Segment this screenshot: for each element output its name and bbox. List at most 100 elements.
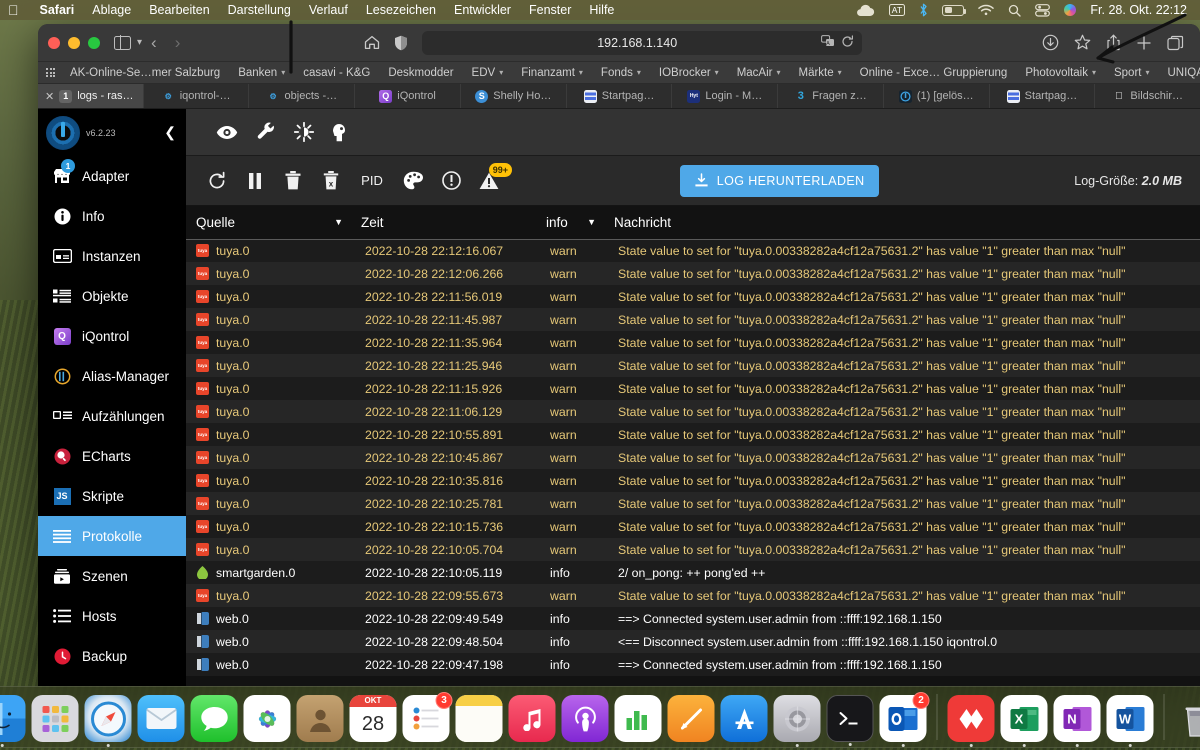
eye-icon[interactable] bbox=[216, 125, 238, 140]
dock-item-word[interactable]: W bbox=[1107, 695, 1154, 742]
menu-item-bearbeiten[interactable]: Bearbeiten bbox=[140, 3, 218, 17]
wrench-icon[interactable] bbox=[256, 122, 276, 142]
tab-objects[interactable]: ⚙ objects -… bbox=[249, 84, 355, 108]
table-row[interactable]: tuya tuya.0 2022-10-28 22:10:45.867 warn Sta… bbox=[186, 446, 1200, 469]
table-row[interactable]: tuya tuya.0 2022-10-28 22:12:16.067 warn Sta… bbox=[186, 239, 1200, 262]
bookmark-online-excel[interactable]: Online - Exce… Gruppierung bbox=[851, 67, 1017, 79]
dock-item-podcasts[interactable] bbox=[562, 695, 609, 742]
share-icon[interactable] bbox=[1100, 34, 1127, 51]
dock-item-photos[interactable] bbox=[244, 695, 291, 742]
table-row[interactable]: tuya tuya.0 2022-10-28 22:11:15.926 warn Sta… bbox=[186, 377, 1200, 400]
back-arrow-icon[interactable]: ‹ bbox=[142, 33, 166, 53]
table-row[interactable]: tuya tuya.0 2022-10-28 22:11:35.964 warn Sta… bbox=[186, 331, 1200, 354]
error-circle-icon[interactable] bbox=[432, 162, 470, 200]
siri-icon[interactable] bbox=[1057, 0, 1083, 20]
table-row[interactable]: tuya tuya.0 2022-10-28 22:12:06.266 warn Sta… bbox=[186, 262, 1200, 285]
downloads-icon[interactable] bbox=[1036, 34, 1065, 51]
bookmark-deskmodder[interactable]: Deskmodder bbox=[379, 67, 462, 79]
table-row[interactable]: web.0 2022-10-28 22:09:47.198 info ==> Conn… bbox=[186, 653, 1200, 676]
menubar-clock[interactable]: Fr. 28. Okt. 22:12 bbox=[1083, 0, 1194, 20]
dock-item-reminders[interactable]: 3 bbox=[403, 695, 450, 742]
translate-icon[interactable]: A bbox=[815, 35, 835, 50]
download-log-button[interactable]: LOG HERUNTERLADEN bbox=[680, 165, 879, 197]
bookmark-banken[interactable]: Banken ▾ bbox=[229, 67, 294, 79]
sidebar-item-instanzen[interactable]: Instanzen bbox=[38, 236, 186, 276]
sidebar-item-protokolle[interactable]: Protokolle bbox=[38, 516, 186, 556]
dock-item-contacts[interactable] bbox=[297, 695, 344, 742]
menu-item-darstellung[interactable]: Darstellung bbox=[219, 3, 300, 17]
tab-fragen[interactable]: 3 Fragen z… bbox=[778, 84, 884, 108]
wifi-icon[interactable] bbox=[971, 0, 1001, 20]
control-center-icon[interactable] bbox=[1028, 0, 1057, 20]
dock-item-mail[interactable] bbox=[138, 695, 185, 742]
table-row[interactable]: tuya tuya.0 2022-10-28 22:09:55.673 warn Sta… bbox=[186, 584, 1200, 607]
pause-icon[interactable] bbox=[236, 162, 274, 200]
chevron-down-icon[interactable]: ▼ bbox=[334, 217, 355, 227]
dock-item-freeform[interactable] bbox=[668, 695, 715, 742]
table-row[interactable]: tuya tuya.0 2022-10-28 22:10:55.891 warn Sta… bbox=[186, 423, 1200, 446]
tab-forum-geloest[interactable]: (1) [gelös… bbox=[884, 84, 990, 108]
table-row[interactable]: smartgarden.0 2022-10-28 22:10:05.119 info… bbox=[186, 561, 1200, 584]
iobroker-logo[interactable] bbox=[46, 116, 80, 150]
table-row[interactable]: web.0 2022-10-28 22:09:49.549 info ==> Conn… bbox=[186, 607, 1200, 630]
menu-item-lesezeichen[interactable]: Lesezeichen bbox=[357, 3, 445, 17]
sidebar-toggle-icon[interactable] bbox=[114, 36, 131, 50]
bookmark-maerkte[interactable]: Märkte ▾ bbox=[789, 67, 850, 79]
chevron-left-icon[interactable]: ❮ bbox=[164, 124, 186, 141]
minimize-button[interactable] bbox=[68, 37, 80, 49]
dock-item-onenote[interactable]: N bbox=[1054, 695, 1101, 742]
close-button[interactable] bbox=[48, 37, 60, 49]
dock-item-music[interactable] bbox=[509, 695, 556, 742]
warning-triangle-icon[interactable]: 99+ bbox=[470, 162, 508, 200]
menu-item-verlauf[interactable]: Verlauf bbox=[300, 3, 357, 17]
bookmark-fonds[interactable]: Fonds ▾ bbox=[592, 67, 650, 79]
table-row[interactable]: tuya tuya.0 2022-10-28 22:10:25.781 warn Sta… bbox=[186, 492, 1200, 515]
table-row[interactable]: tuya tuya.0 2022-10-28 22:10:35.816 warn Sta… bbox=[186, 469, 1200, 492]
close-icon[interactable]: ✕ bbox=[45, 90, 54, 103]
new-tab-icon[interactable] bbox=[1130, 35, 1158, 51]
tab-startpage-2[interactable]: Startpag… bbox=[990, 84, 1096, 108]
pid-toggle[interactable]: PID bbox=[350, 162, 394, 200]
chevron-down-icon[interactable]: ▼ bbox=[587, 217, 608, 227]
input-source-indicator[interactable]: AT bbox=[882, 0, 913, 20]
log-table-container[interactable]: Quelle ▼ Zeit info ▼ Nachricht tuya tuya… bbox=[186, 206, 1200, 686]
table-row[interactable]: tuya tuya.0 2022-10-28 22:10:05.704 warn Sta… bbox=[186, 538, 1200, 561]
menu-item-ablage[interactable]: Ablage bbox=[83, 3, 140, 17]
trash-icon[interactable] bbox=[274, 162, 312, 200]
zoom-button[interactable] bbox=[88, 37, 100, 49]
table-row[interactable]: tuya tuya.0 2022-10-28 22:11:45.987 warn Sta… bbox=[186, 308, 1200, 331]
column-header-nachricht[interactable]: Nachricht bbox=[614, 206, 1200, 239]
menu-item-entwickler[interactable]: Entwickler bbox=[445, 3, 520, 17]
reload-icon[interactable] bbox=[835, 35, 854, 51]
bluetooth-icon[interactable] bbox=[912, 0, 935, 20]
bookmark-star-icon[interactable] bbox=[1068, 34, 1097, 51]
dock-item-appstore[interactable] bbox=[721, 695, 768, 742]
user-head-icon[interactable] bbox=[332, 123, 346, 142]
cloud-icon[interactable] bbox=[848, 0, 882, 20]
dock-item-launchpad[interactable] bbox=[32, 695, 79, 742]
sidebar-item-info[interactable]: Info bbox=[38, 196, 186, 236]
battery-icon[interactable] bbox=[935, 0, 971, 20]
dock-item-notes[interactable] bbox=[456, 695, 503, 742]
bookmark-photovoltaik[interactable]: Photovoltaik ▾ bbox=[1016, 67, 1105, 79]
table-row[interactable]: tuya tuya.0 2022-10-28 22:11:06.129 warn Sta… bbox=[186, 400, 1200, 423]
dock-item-excel[interactable]: X bbox=[1001, 695, 1048, 742]
refresh-icon[interactable] bbox=[198, 162, 236, 200]
apps-grid-icon[interactable] bbox=[46, 68, 55, 77]
bookmark-sport[interactable]: Sport ▾ bbox=[1105, 67, 1159, 79]
bookmark-finanzamt[interactable]: Finanzamt ▾ bbox=[512, 67, 592, 79]
menu-item-hilfe[interactable]: Hilfe bbox=[580, 3, 623, 17]
bookmark-uniqa[interactable]: UNIQA▾ bbox=[1159, 67, 1200, 79]
bookmark-casavi[interactable]: casavi - K&G bbox=[294, 67, 379, 79]
tab-overview-icon[interactable] bbox=[1161, 35, 1190, 51]
dock-item-calendar[interactable]: OKT 28 bbox=[350, 695, 397, 742]
column-header-zeit[interactable]: Zeit bbox=[361, 206, 546, 239]
forward-arrow-icon[interactable]: › bbox=[166, 33, 190, 53]
privacy-shield-icon[interactable] bbox=[394, 31, 422, 55]
url-text[interactable]: 192.168.1.140 bbox=[430, 36, 815, 50]
bookmark-iobrocker[interactable]: IOBrocker ▾ bbox=[650, 67, 728, 79]
bookmark-ak-online[interactable]: AK-Online-Se…mer Salzburg bbox=[61, 67, 229, 79]
tab-shelly[interactable]: S Shelly Ho… bbox=[461, 84, 567, 108]
column-header-quelle[interactable]: Quelle ▼ bbox=[186, 206, 361, 239]
sidebar-item-aufzaehlungen[interactable]: Aufzählungen bbox=[38, 396, 186, 436]
